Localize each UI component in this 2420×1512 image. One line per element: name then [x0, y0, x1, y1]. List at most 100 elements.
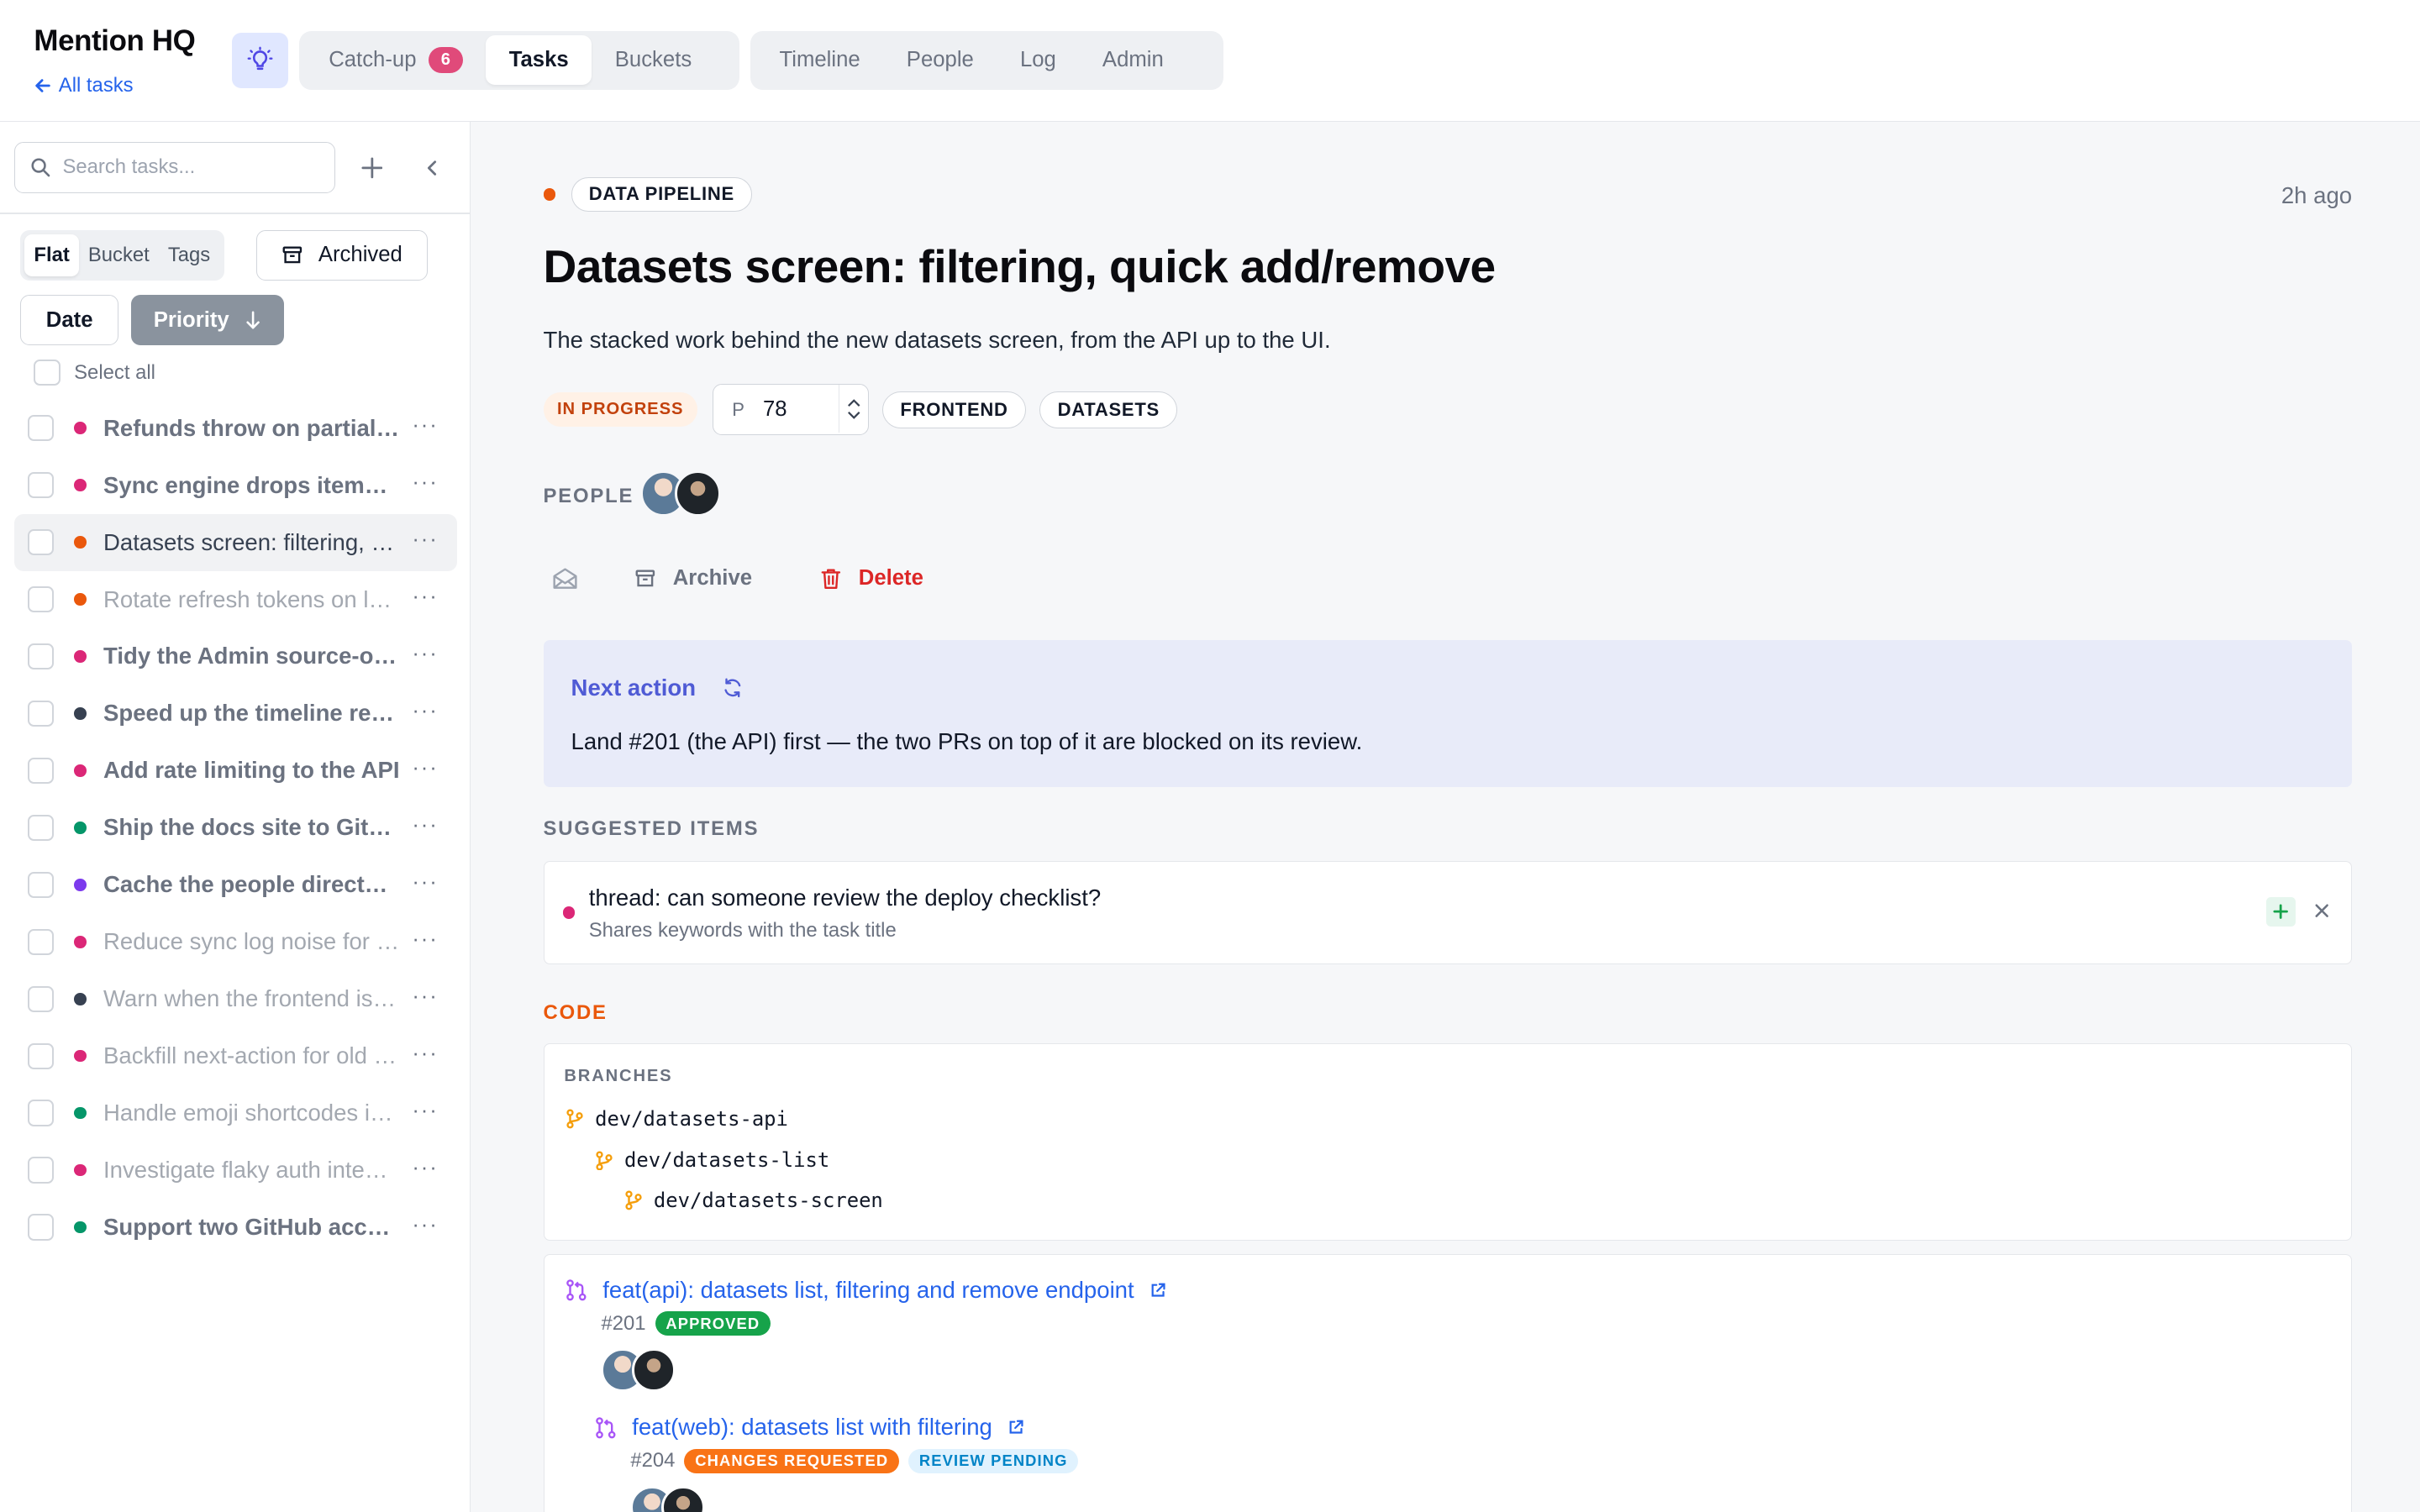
view-mode-flat[interactable]: Flat: [24, 234, 79, 276]
task-list-item[interactable]: Handle emoji shortcodes in titles ···: [14, 1084, 457, 1142]
task-list-item[interactable]: Speed up the timeline render ···: [14, 685, 457, 742]
add-task-button[interactable]: [354, 150, 391, 186]
task-list-item[interactable]: Add rate limiting to the API ···: [14, 742, 457, 799]
task-checkbox[interactable]: [28, 700, 55, 727]
task-checkbox[interactable]: [28, 472, 55, 499]
task-checkbox[interactable]: [28, 1042, 55, 1069]
task-checkbox[interactable]: [28, 585, 55, 613]
view-mode-bucket[interactable]: Bucket: [79, 234, 159, 276]
bucket-pill[interactable]: DATA PIPELINE: [571, 177, 753, 212]
task-checkbox[interactable]: [28, 814, 55, 841]
task-list-item[interactable]: Warn when the frontend is stale ···: [14, 970, 457, 1027]
task-list-item[interactable]: Investigate flaky auth integration tests…: [14, 1142, 457, 1199]
tab-log[interactable]: Log: [997, 35, 1079, 85]
tab-admin-label: Admin: [1102, 48, 1164, 72]
more-options-icon[interactable]: ···: [412, 927, 438, 952]
priority-value[interactable]: 78: [763, 397, 787, 422]
task-checkbox[interactable]: [28, 643, 55, 670]
more-options-icon[interactable]: ···: [412, 756, 438, 780]
tab-people[interactable]: People: [883, 35, 997, 85]
tab-admin[interactable]: Admin: [1079, 35, 1186, 85]
priority-prefix: P: [732, 398, 744, 420]
task-list-item[interactable]: Support two GitHub accounts ···: [14, 1199, 457, 1256]
task-list-item[interactable]: Refunds throw on partial captures ···: [14, 400, 457, 457]
task-checkbox[interactable]: [28, 1214, 55, 1241]
more-options-icon[interactable]: ···: [412, 1213, 438, 1237]
view-mode-tags[interactable]: Tags: [159, 234, 219, 276]
task-checkbox[interactable]: [28, 1100, 55, 1126]
search-input[interactable]: [62, 155, 310, 180]
sort-date-button[interactable]: Date: [19, 294, 119, 346]
tab-catch-up[interactable]: Catch-up 6: [306, 35, 486, 85]
avatar[interactable]: [674, 470, 721, 517]
more-options-icon[interactable]: ···: [412, 813, 438, 837]
chevron-down-icon[interactable]: [847, 411, 861, 420]
task-list-item[interactable]: Backfill next-action for old tasks ···: [14, 1027, 457, 1084]
task-checkbox[interactable]: [28, 985, 55, 1012]
collapse-sidebar-button[interactable]: [413, 150, 450, 186]
task-list: Refunds throw on partial captures···Sync…: [13, 400, 457, 1256]
branch-item[interactable]: dev/datasets-list: [595, 1148, 829, 1172]
email-button[interactable]: [551, 566, 579, 591]
more-options-icon[interactable]: ···: [412, 1099, 438, 1123]
task-list-item[interactable]: Cache the people directory ···: [14, 856, 457, 913]
lightbulb-button[interactable]: [231, 32, 289, 88]
task-checkbox[interactable]: [28, 415, 55, 442]
status-badge[interactable]: IN PROGRESS: [543, 392, 697, 427]
more-options-icon[interactable]: ···: [412, 470, 438, 495]
task-list-item[interactable]: Ship the docs site to GitHub Pages ···: [14, 799, 457, 856]
task-checkbox[interactable]: [28, 871, 55, 898]
more-options-icon[interactable]: ···: [412, 699, 438, 723]
task-status-dot: [74, 1049, 87, 1063]
task-status-dot: [74, 764, 87, 777]
select-all-checkbox[interactable]: [34, 359, 60, 386]
tab-tasks[interactable]: Tasks: [486, 35, 592, 85]
more-options-icon[interactable]: ···: [412, 1042, 438, 1066]
tab-timeline[interactable]: Timeline: [756, 35, 883, 85]
more-options-icon[interactable]: ···: [412, 528, 438, 552]
avatar[interactable]: [661, 1485, 705, 1512]
avatar[interactable]: [632, 1348, 676, 1392]
pr-avatars: [630, 1485, 1078, 1512]
task-list-item[interactable]: Rotate refresh tokens on login ···: [14, 571, 457, 628]
git-branch-icon: [596, 1151, 613, 1170]
select-all-row[interactable]: Select all: [34, 359, 155, 386]
task-list-item[interactable]: Datasets screen: filtering, quick add/re…: [13, 513, 457, 571]
tag-frontend[interactable]: FRONTEND: [882, 391, 1026, 428]
tab-buckets[interactable]: Buckets: [592, 35, 715, 85]
more-options-icon[interactable]: ···: [412, 642, 438, 666]
more-options-icon[interactable]: ···: [412, 585, 438, 609]
branch-item[interactable]: dev/datasets-api: [566, 1107, 788, 1131]
task-list-item[interactable]: Tidy the Admin source-of-truth page ···: [14, 628, 457, 685]
sort-priority-button[interactable]: Priority: [131, 294, 284, 346]
chevron-up-icon[interactable]: [847, 398, 861, 407]
task-checkbox[interactable]: [28, 1157, 55, 1184]
refresh-icon[interactable]: [722, 677, 744, 699]
add-suggestion-button[interactable]: [2266, 897, 2296, 927]
task-list-title: Warn when the frontend is stale: [103, 985, 400, 1012]
tag-datasets[interactable]: DATASETS: [1039, 391, 1178, 428]
more-options-icon[interactable]: ···: [412, 413, 438, 438]
task-list-item[interactable]: Reduce sync log noise for bots ···: [14, 913, 457, 970]
task-checkbox[interactable]: [28, 528, 55, 556]
branch-item[interactable]: dev/datasets-screen: [624, 1189, 883, 1212]
task-checkbox[interactable]: [28, 928, 55, 955]
task-list-item[interactable]: Sync engine drops items when offline ···: [14, 457, 457, 514]
task-title[interactable]: Datasets screen: filtering, quick add/re…: [544, 239, 1497, 293]
pr-link[interactable]: feat(web): datasets list with filtering: [595, 1414, 1078, 1441]
next-action-text[interactable]: Land #201 (the API) first — the two PRs …: [571, 728, 1363, 755]
task-checkbox[interactable]: [28, 757, 55, 784]
git-pull-request-icon: [596, 1416, 616, 1438]
pr-link[interactable]: feat(api): datasets list, filtering and …: [566, 1277, 1166, 1304]
more-options-icon[interactable]: ···: [412, 1156, 438, 1180]
dismiss-suggestion-button[interactable]: [2314, 897, 2329, 924]
delete-button[interactable]: Delete: [820, 566, 923, 591]
more-options-icon[interactable]: ···: [412, 984, 438, 1009]
archived-button[interactable]: Archived: [255, 229, 428, 281]
all-tasks-link[interactable]: All tasks: [34, 74, 134, 97]
archive-button[interactable]: Archive: [634, 566, 752, 591]
more-options-icon[interactable]: ···: [412, 870, 438, 895]
priority-stepper[interactable]: P 78: [713, 384, 869, 435]
task-description[interactable]: The stacked work behind the new datasets…: [544, 327, 1331, 354]
suggested-item-title[interactable]: thread: can someone review the deploy ch…: [589, 885, 1101, 911]
